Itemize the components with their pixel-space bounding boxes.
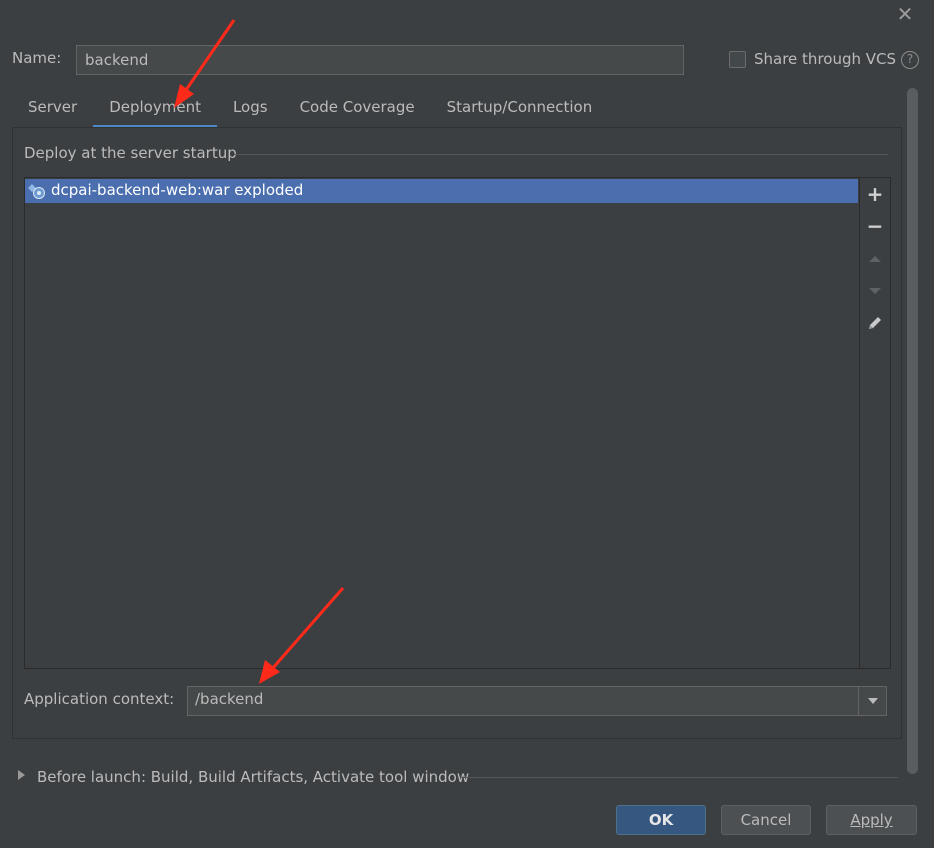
deployment-list[interactable] bbox=[24, 177, 860, 669]
apply-button[interactable]: Apply bbox=[826, 805, 917, 835]
tab-deployment[interactable]: Deployment bbox=[93, 88, 217, 128]
chevron-down-icon[interactable] bbox=[860, 687, 886, 715]
move-up-icon[interactable] bbox=[864, 248, 886, 270]
tab-logs[interactable]: Logs bbox=[217, 88, 284, 128]
application-context-combo[interactable] bbox=[187, 686, 887, 716]
before-launch-separator bbox=[460, 777, 898, 778]
help-icon[interactable]: ? bbox=[901, 51, 919, 69]
artifact-icon bbox=[28, 184, 45, 199]
group-separator bbox=[234, 154, 888, 155]
share-vcs-checkbox[interactable] bbox=[729, 51, 746, 68]
close-icon[interactable]: ✕ bbox=[893, 2, 917, 26]
add-icon[interactable]: + bbox=[864, 183, 886, 205]
move-down-icon[interactable] bbox=[864, 280, 886, 302]
combo-separator bbox=[858, 687, 859, 715]
edit-pencil-icon[interactable] bbox=[864, 312, 886, 334]
name-label: Name: bbox=[12, 49, 62, 67]
share-vcs-label[interactable]: Share through VCS bbox=[754, 50, 896, 68]
list-item[interactable]: dcpai-backend-web:war exploded bbox=[25, 179, 858, 203]
expand-arrow-icon[interactable] bbox=[18, 770, 25, 780]
vertical-scrollbar[interactable] bbox=[907, 88, 918, 774]
cancel-button[interactable]: Cancel bbox=[721, 805, 811, 835]
application-context-label: Application context: bbox=[24, 690, 175, 708]
before-launch-label[interactable]: Before launch: Build, Build Artifacts, A… bbox=[37, 768, 469, 786]
tab-code-coverage[interactable]: Code Coverage bbox=[284, 88, 431, 128]
tab-bar: Server Deployment Logs Code Coverage Sta… bbox=[12, 88, 608, 128]
tab-startup-connection[interactable]: Startup/Connection bbox=[431, 88, 609, 128]
name-input[interactable]: backend bbox=[76, 45, 684, 75]
remove-icon[interactable]: − bbox=[864, 215, 886, 237]
apply-label: Apply bbox=[850, 811, 893, 829]
application-context-value[interactable]: /backend bbox=[195, 690, 263, 708]
deploy-group-title: Deploy at the server startup bbox=[24, 144, 237, 162]
tab-server[interactable]: Server bbox=[12, 88, 93, 128]
ok-button[interactable]: OK bbox=[616, 805, 706, 835]
